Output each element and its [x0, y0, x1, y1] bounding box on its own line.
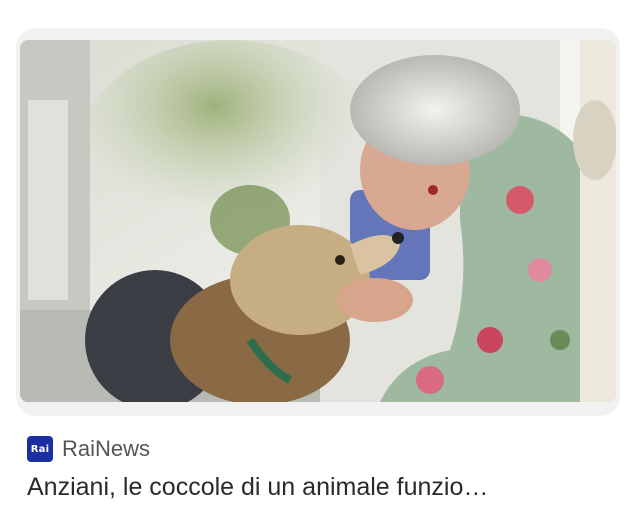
news-card[interactable]: Rai RaiNews Anziani, le coccole di un an… — [0, 0, 630, 522]
article-thumbnail[interactable] — [20, 40, 616, 402]
article-headline[interactable]: Anziani, le coccole di un animale funzio… — [27, 473, 617, 502]
photo-illustration — [20, 40, 616, 402]
rai-logo-icon: Rai — [27, 436, 53, 462]
source-row[interactable]: Rai RaiNews — [27, 435, 150, 463]
thumbnail-frame[interactable] — [16, 28, 620, 416]
source-name[interactable]: RaiNews — [62, 436, 150, 462]
